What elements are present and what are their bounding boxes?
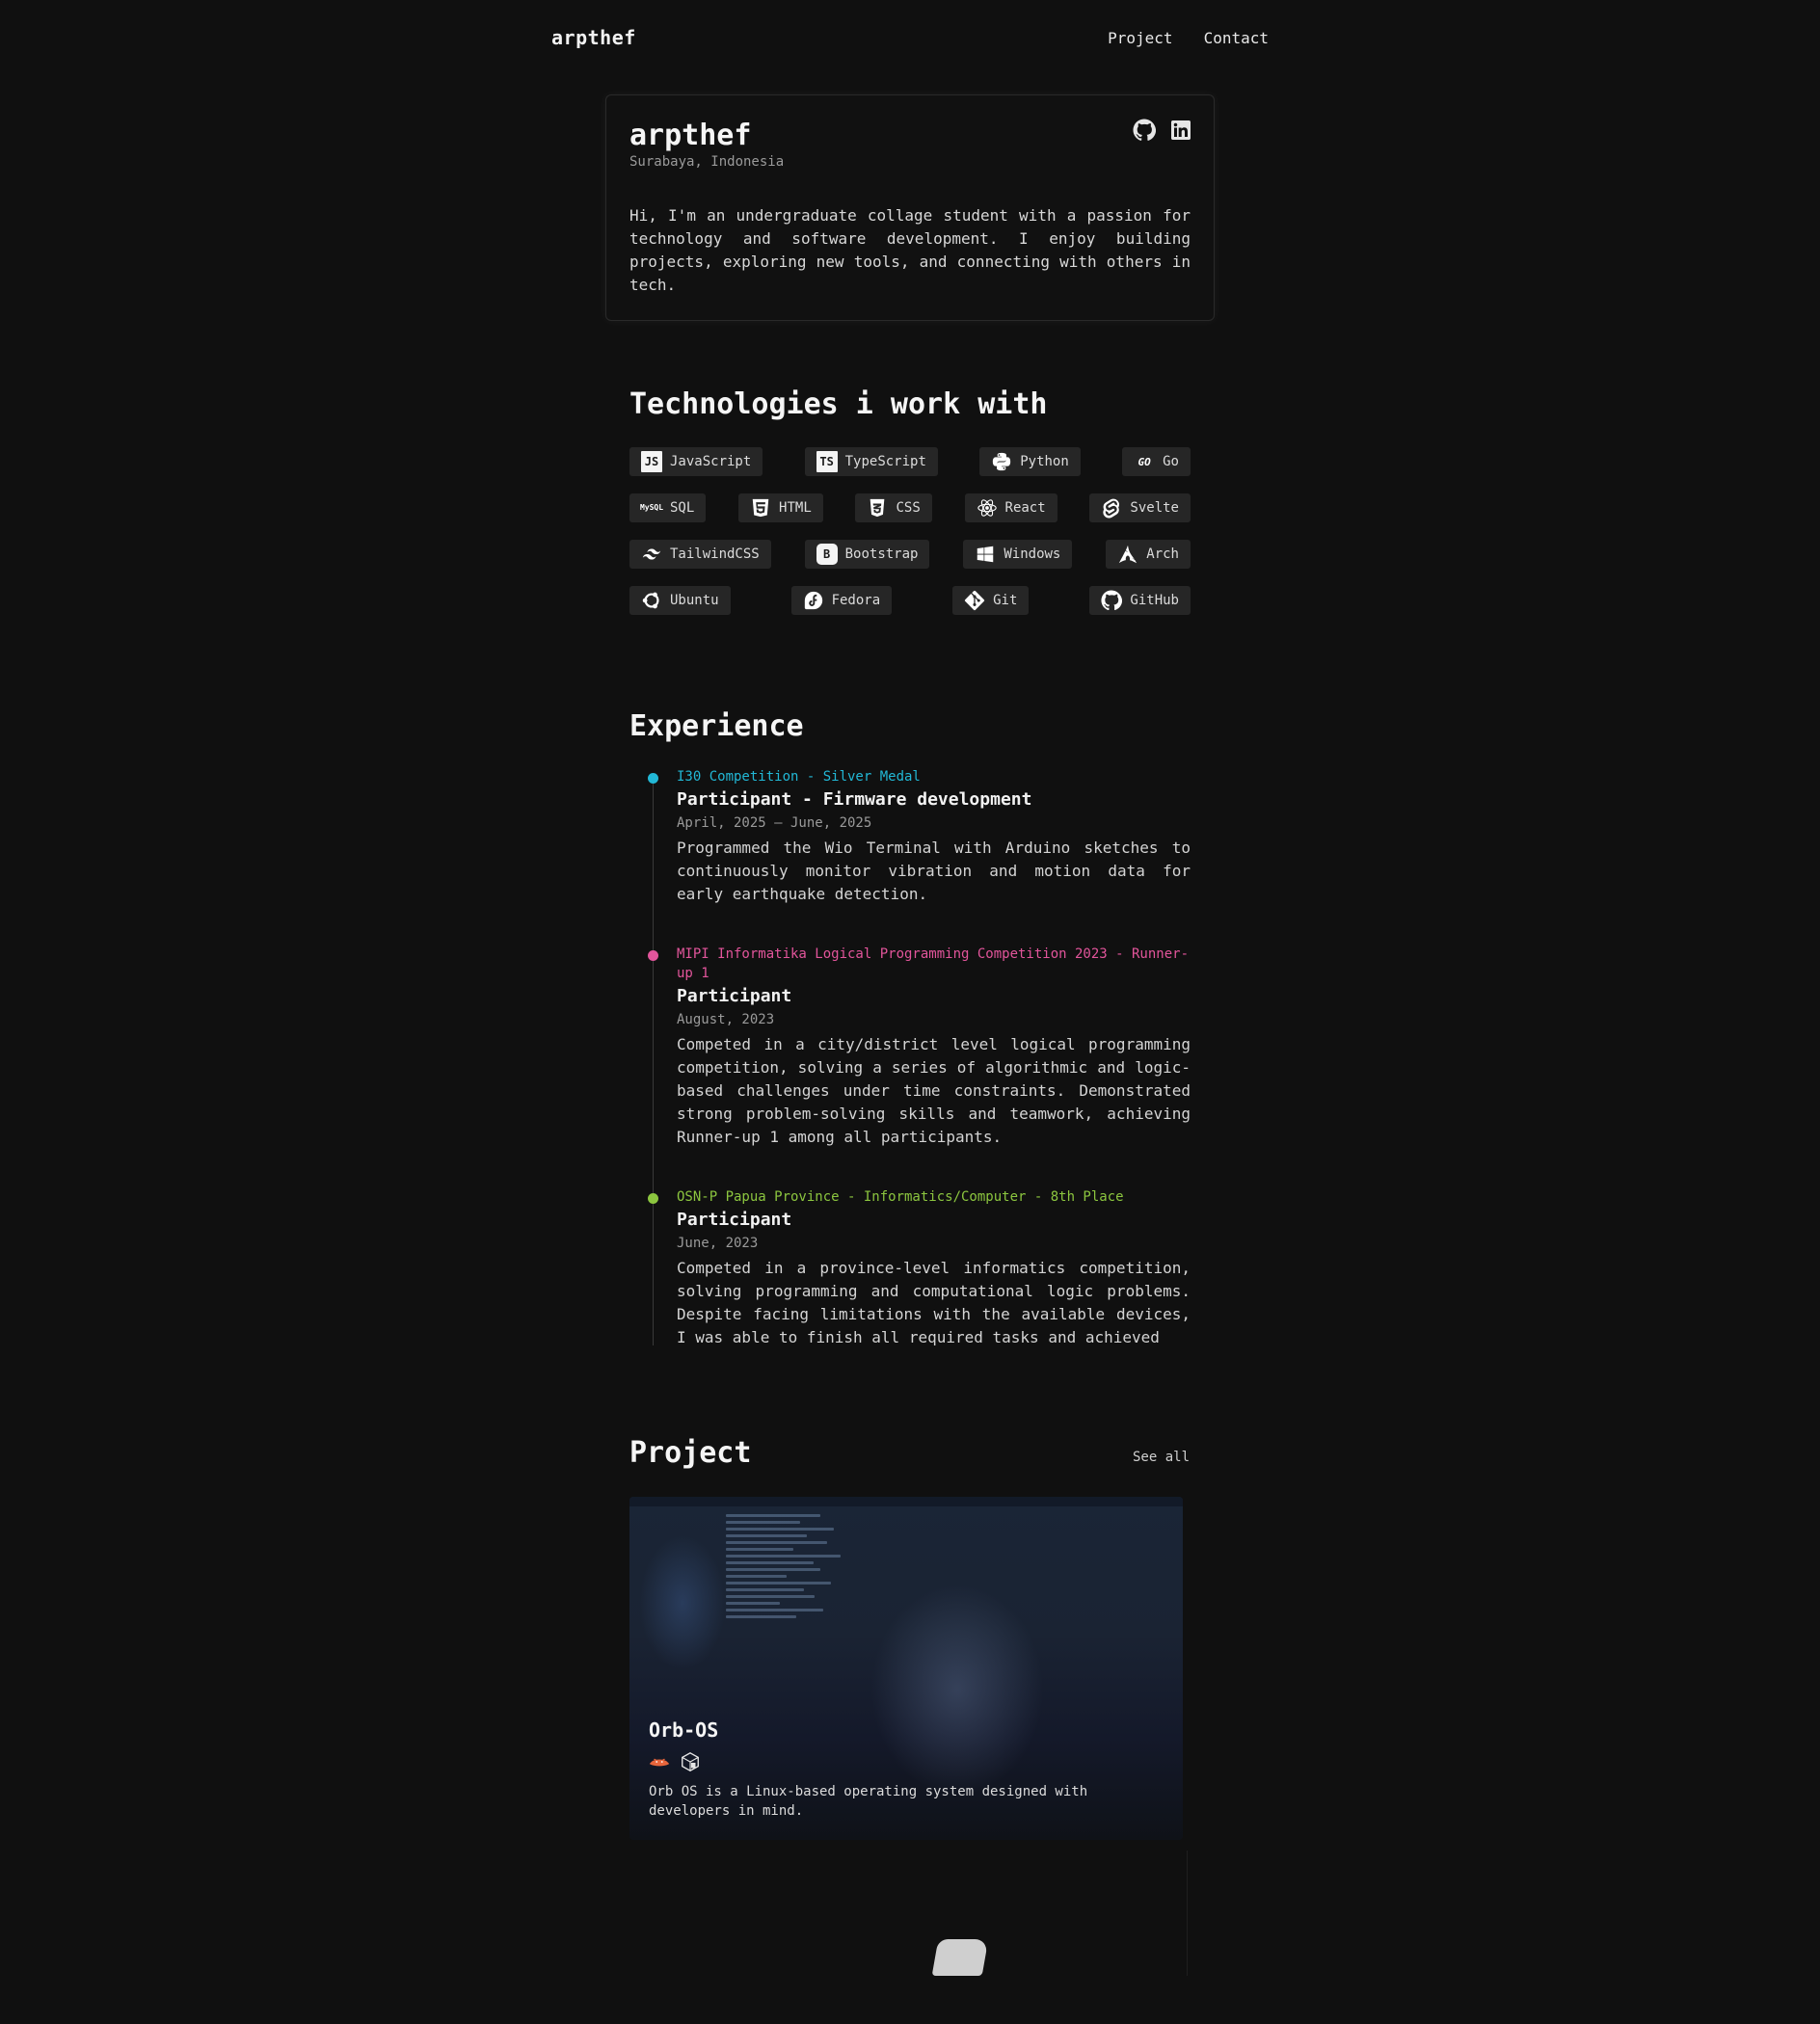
experience-role: Participant - Firmware development: [677, 789, 1032, 810]
github-icon: [1101, 590, 1123, 611]
html5-icon: [750, 497, 771, 519]
experience-role: Participant: [677, 1210, 792, 1230]
tech-chip-tailwindcss: TailwindCSS: [629, 540, 771, 569]
experience-date: August, 2023: [677, 1012, 775, 1027]
tech-chip-git: Git: [952, 586, 1030, 615]
project-title: Project: [629, 1436, 752, 1470]
technologies-title: Technologies i work with: [629, 387, 1048, 421]
experience-item: I30 Competition - Silver Medal Participa…: [629, 767, 1191, 906]
svelte-icon: [1101, 497, 1122, 519]
profile-card: arpthef Surabaya, Indonesia Hi, I'm an u…: [605, 94, 1215, 321]
tailwind-icon: [641, 544, 662, 565]
javascript-icon: JS: [641, 451, 662, 472]
experience-item: OSN-P Papua Province - Informatics/Compu…: [629, 1187, 1191, 1345]
tech-chip-bootstrap: B Bootstrap: [804, 540, 930, 569]
tech-chip-react: React: [964, 493, 1057, 522]
rust-icon: [649, 1751, 670, 1772]
tech-chip-fedora: Fedora: [790, 586, 893, 615]
project-desc: Orb OS is a Linux-based operating system…: [649, 1784, 1088, 1819]
tech-chip-css: CSS: [855, 493, 932, 522]
experience-desc: Competed in a city/district level logica…: [677, 1035, 1191, 1146]
project-info: Orb-OS Orb OS is a Linux-based operating…: [649, 1718, 1164, 1821]
top-nav: arpthef Project Contact: [551, 23, 1269, 52]
nav-link-contact[interactable]: Contact: [1204, 29, 1269, 47]
technologies-grid: JS JavaScript TS TypeScript Python GO Go My…: [629, 447, 1191, 632]
tech-chip-html: HTML: [738, 493, 823, 522]
go-icon: GO: [1138, 455, 1151, 468]
tech-chip-go: GO Go: [1122, 447, 1191, 476]
profile-name: arpthef: [629, 119, 752, 152]
brand-logo[interactable]: arpthef: [551, 26, 636, 49]
ubuntu-icon: [641, 590, 662, 611]
react-icon: [977, 497, 998, 519]
tech-chip-svelte: Svelte: [1089, 493, 1191, 522]
experience-role: Participant: [677, 986, 792, 1006]
python-icon: [991, 451, 1012, 472]
nav-link-project[interactable]: Project: [1108, 29, 1172, 47]
profile-location: Surabaya, Indonesia: [629, 154, 785, 170]
experience-desc: Competed in a province-level informatics…: [677, 1259, 1191, 1345]
timeline-dot: [648, 1193, 658, 1204]
windows-icon: [975, 544, 996, 565]
tech-chip-typescript: TS TypeScript: [804, 447, 938, 476]
linkedin-icon[interactable]: [1169, 119, 1192, 142]
experience-timeline: I30 Competition - Silver Medal Participa…: [629, 767, 1191, 1345]
arch-linux-icon: [1117, 544, 1138, 565]
bootstrap-icon: B: [816, 544, 838, 565]
tech-chip-github: GitHub: [1089, 586, 1191, 615]
mysql-icon: MySQL: [639, 503, 664, 512]
github-icon[interactable]: [1133, 119, 1156, 142]
tech-chip-ubuntu: Ubuntu: [629, 586, 731, 615]
experience-desc: Programmed the Wio Terminal with Arduino…: [677, 839, 1191, 903]
nav-links: Project Contact: [1108, 29, 1269, 47]
decorative-shape: [931, 1939, 989, 1976]
fedora-icon: [803, 590, 824, 611]
social-links: [1133, 119, 1192, 142]
project-tech-icons: [649, 1751, 1164, 1772]
timeline-dot: [648, 950, 658, 961]
typescript-icon: TS: [816, 451, 838, 472]
terminal-preview: [726, 1514, 861, 1668]
tech-chip-sql: MySQL SQL: [629, 493, 707, 522]
tech-chip-javascript: JS JavaScript: [629, 447, 763, 476]
tech-chip-windows: Windows: [963, 540, 1073, 569]
experience-org: I30 Competition - Silver Medal: [677, 769, 921, 785]
screenshot-topbar: [629, 1497, 1183, 1506]
experience-date: April, 2025 — June, 2025: [677, 815, 872, 831]
timeline-dot: [648, 773, 658, 784]
tech-chip-arch: Arch: [1106, 540, 1191, 569]
project-name: Orb-OS: [649, 1718, 719, 1742]
experience-org: MIPI Informatika Logical Programming Com…: [677, 946, 1190, 981]
experience-item: MIPI Informatika Logical Programming Com…: [629, 945, 1191, 1149]
experience-org: OSN-P Papua Province - Informatics/Compu…: [677, 1189, 1124, 1205]
card-edge: [1187, 1851, 1188, 1976]
css3-icon: [867, 497, 888, 519]
git-icon: [964, 590, 985, 611]
wallpaper-orb: [639, 1535, 726, 1670]
experience-title: Experience: [629, 709, 804, 743]
project-card[interactable]: Orb-OS Orb OS is a Linux-based operating…: [629, 1497, 1183, 1840]
profile-bio: Hi, I'm an undergraduate collage student…: [629, 206, 1191, 294]
see-all-link[interactable]: See all: [1133, 1450, 1190, 1465]
tech-chip-python: Python: [979, 447, 1081, 476]
package-icon: [680, 1751, 701, 1772]
experience-date: June, 2023: [677, 1236, 759, 1251]
